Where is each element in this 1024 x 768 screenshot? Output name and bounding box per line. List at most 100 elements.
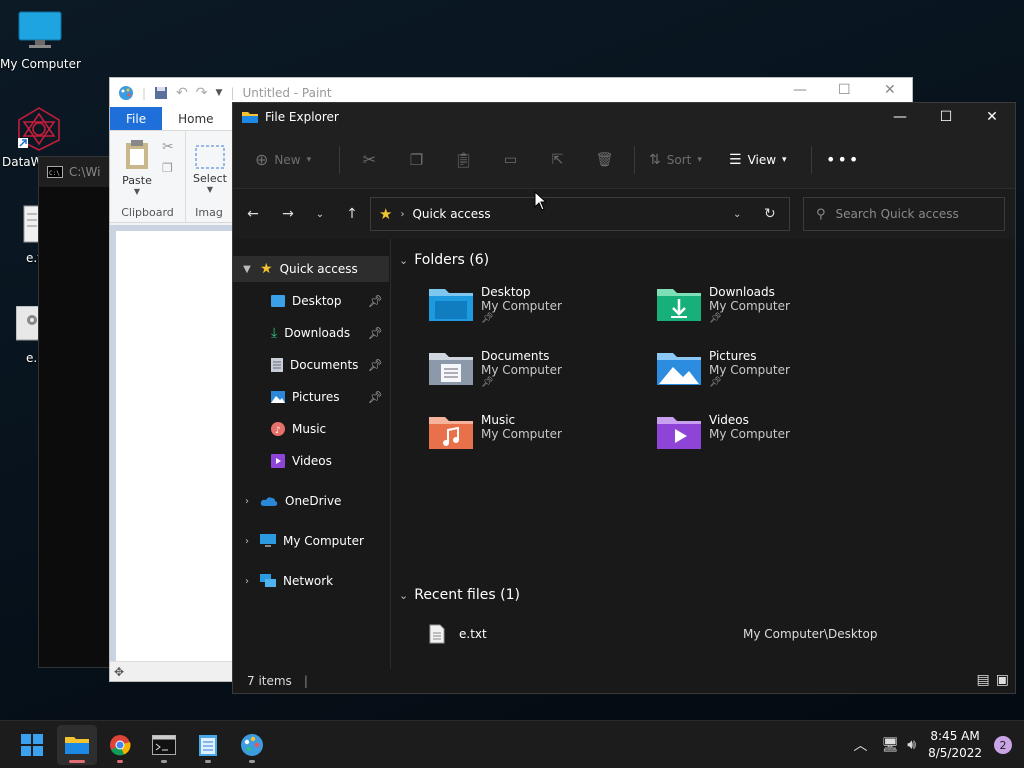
close-icon[interactable]: ✕ [884, 82, 896, 98]
delete-button[interactable]: 🗑︎ [581, 143, 628, 177]
search-box[interactable]: ⚲ Search Quick access [803, 197, 1005, 231]
explorer-statusbar: 7 items | ▤ ▣ [247, 672, 1009, 688]
view-button[interactable]: ☰ View ▾ [721, 143, 805, 177]
maximize-icon[interactable]: ☐ [838, 82, 851, 98]
copy-icon[interactable]: ❐ [162, 161, 173, 175]
taskbar-paint[interactable] [232, 725, 272, 765]
back-button[interactable]: ← [237, 199, 269, 229]
paste-button[interactable]: Paste ▼ [118, 139, 156, 196]
folder-location: My Computer [481, 299, 562, 313]
recent-file-row[interactable]: e.txt My Computer\Desktop [429, 623, 989, 645]
rename-icon: ▭ [503, 151, 518, 168]
paste-button[interactable]: 📋︎ [440, 143, 487, 177]
nav-item-network[interactable]: › Network [233, 568, 389, 594]
minimize-icon[interactable]: — [793, 82, 807, 98]
chevron-down-icon[interactable]: ▼ [241, 264, 253, 275]
nav-item-documents[interactable]: Documents 📌︎ [233, 352, 389, 378]
redo-icon[interactable]: ↷ [196, 85, 208, 101]
folders-section-header[interactable]: ⌄ Folders (6) [399, 252, 489, 268]
quick-access-dropdown-icon[interactable]: ▼ [216, 88, 223, 98]
address-dropdown-icon[interactable]: ⌄ [733, 209, 741, 220]
undo-icon[interactable]: ↶ [176, 85, 188, 101]
tab-home[interactable]: Home [162, 107, 229, 130]
nav-item-downloads[interactable]: ⤓ Downloads 📌︎ [233, 320, 389, 346]
recent-locations-button[interactable]: ⌄ [304, 199, 336, 229]
select-button[interactable]: Select ▼ [192, 145, 228, 194]
nav-item-videos[interactable]: Videos [233, 448, 389, 474]
forward-button[interactable]: → [272, 199, 304, 229]
tab-file[interactable]: File [110, 107, 163, 130]
picture-icon [271, 391, 285, 403]
notification-badge[interactable]: 2 [994, 736, 1012, 754]
folder-tile-documents[interactable]: Documents My Computer 📌︎ [429, 349, 649, 405]
console-titlebar[interactable]: C:\ C:\Wi [39, 157, 117, 187]
folder-location: My Computer [481, 363, 562, 377]
taskbar-notepad[interactable] [188, 725, 228, 765]
cut-button[interactable]: ✂ [346, 143, 393, 177]
console-window[interactable]: C:\ C:\Wi [38, 156, 118, 668]
gear-file-icon [15, 305, 41, 341]
minimize-icon: — [893, 109, 907, 125]
explorer-titlebar[interactable]: File Explorer — ☐ ✕ [233, 103, 1015, 131]
download-arrow-icon: ⤓ [271, 325, 278, 341]
nav-item-quick-access[interactable]: ▼ ★ Quick access [233, 256, 389, 282]
breadcrumb-quick-access[interactable]: Quick access [412, 207, 490, 221]
chevron-right-icon[interactable]: › [241, 496, 253, 507]
rename-button[interactable]: ▭ [487, 143, 534, 177]
sort-label: Sort [666, 152, 692, 167]
star-icon: ★ [260, 261, 273, 277]
cut-icon[interactable]: ✂ [162, 139, 174, 155]
refresh-icon[interactable]: ↻ [764, 206, 776, 222]
maximize-icon: ☐ [939, 109, 953, 125]
nav-item-music[interactable]: ♪ Music [233, 416, 389, 442]
search-input[interactable]: Search Quick access [836, 207, 959, 221]
taskbar-chrome[interactable] [100, 725, 140, 765]
chevron-right-icon[interactable]: › [241, 536, 253, 547]
maximize-button[interactable]: ☐ [923, 103, 969, 131]
folder-tile-music[interactable]: Music My Computer [429, 413, 649, 469]
network-status-icon[interactable]: 🖥︎ [881, 737, 899, 753]
large-icons-view-icon[interactable]: ▣ [996, 672, 1009, 688]
recent-file-location: My Computer\Desktop [743, 627, 878, 641]
file-explorer-window[interactable]: File Explorer — ☐ ✕ ⊕ New ▾ ✂ ❐ 📋︎ ▭ ⇱ 🗑… [232, 102, 1016, 694]
nav-item-desktop[interactable]: Desktop 📌︎ [233, 288, 389, 314]
taskbar-terminal[interactable] [144, 725, 184, 765]
breadcrumb-separator-icon: › [400, 208, 405, 220]
close-button[interactable]: ✕ [969, 103, 1015, 131]
folder-tile-desktop[interactable]: Desktop My Computer 📌︎ [429, 285, 649, 341]
folder-name: Desktop [481, 285, 531, 299]
recent-files-section-header[interactable]: ⌄ Recent files (1) [399, 587, 520, 603]
see-more-button[interactable]: ••• [818, 143, 868, 177]
folder-icon [242, 112, 258, 123]
chevron-down-icon: ⌄ [399, 588, 409, 602]
volume-icon[interactable]: 🔊︎ [907, 737, 916, 753]
nav-item-pictures[interactable]: Pictures 📌︎ [233, 384, 389, 410]
chevron-right-icon[interactable]: › [241, 576, 253, 587]
folder-tile-pictures[interactable]: Pictures My Computer 📌︎ [657, 349, 877, 405]
start-button[interactable] [12, 725, 52, 765]
new-button[interactable]: ⊕ New ▾ [247, 143, 333, 177]
clock[interactable]: 8:45 AM 8/5/2022 [928, 728, 982, 762]
nav-item-label: Quick access [279, 262, 358, 276]
folder-tile-downloads[interactable]: Downloads My Computer 📌︎ [657, 285, 877, 341]
copy-button[interactable]: ❐ [393, 143, 440, 177]
taskbar-file-explorer[interactable] [57, 725, 97, 765]
address-bar[interactable]: ★ › Quick access ⌄ ↻ [370, 197, 790, 231]
folder-tile-videos[interactable]: Videos My Computer [657, 413, 877, 469]
save-icon[interactable] [154, 86, 168, 100]
nav-item-label: Music [292, 422, 327, 436]
show-hidden-icons-chevron-icon[interactable]: ︿ [853, 735, 867, 755]
desktop-icon-my-computer[interactable]: My Computer [0, 10, 81, 71]
minimize-button[interactable]: — [877, 103, 923, 131]
sort-button[interactable]: ⇅ Sort ▾ [641, 143, 721, 177]
select-rectangle-icon [195, 145, 225, 169]
video-icon [271, 454, 285, 468]
up-button[interactable]: ↑ [336, 199, 368, 229]
monitor-icon [18, 11, 62, 48]
details-view-icon[interactable]: ▤ [977, 672, 990, 688]
share-icon: ⇱ [551, 151, 564, 168]
nav-item-onedrive[interactable]: › OneDrive [233, 488, 389, 514]
paint-canvas[interactable] [116, 231, 234, 661]
share-button[interactable]: ⇱ [534, 143, 581, 177]
nav-item-my-computer[interactable]: › My Computer [233, 528, 389, 554]
